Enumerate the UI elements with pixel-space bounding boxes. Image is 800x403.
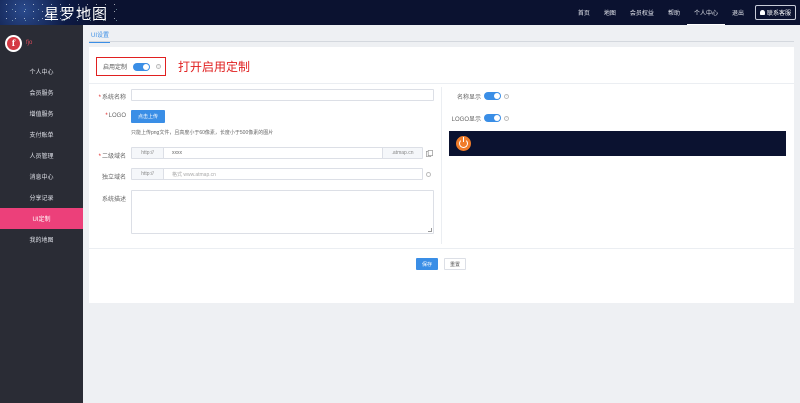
description-textarea[interactable] bbox=[131, 190, 434, 234]
system-name-input[interactable] bbox=[131, 89, 434, 101]
sidebar-item-ui-custom[interactable]: UI定制 bbox=[0, 208, 83, 229]
upload-tip: 只能上传png文件，且高度小于60像素，长度小于500像素的图片 bbox=[131, 130, 274, 136]
nav-home[interactable]: 首页 bbox=[571, 0, 597, 25]
contact-support-button[interactable]: 联系客服 bbox=[754, 5, 796, 20]
name-display-control: ? bbox=[484, 92, 509, 100]
sidebar-item-value-added[interactable]: 增值服务 bbox=[0, 103, 83, 124]
custom-domain-input[interactable]: 格式 www.atmap.cn bbox=[164, 169, 422, 179]
copy-icon[interactable] bbox=[426, 150, 433, 157]
required-mark: * bbox=[105, 113, 108, 119]
name-display-toggle[interactable] bbox=[484, 92, 501, 100]
sidebar-item-billing[interactable]: 支付账单 bbox=[0, 124, 83, 145]
site-title: 星罗地图 bbox=[44, 5, 109, 23]
clear-circle-icon[interactable] bbox=[426, 172, 431, 177]
sidebar-item-personal-center[interactable]: 个人中心 bbox=[0, 61, 83, 82]
section-divider bbox=[89, 83, 794, 84]
custom-domain-prefix: http:// bbox=[132, 169, 164, 179]
logo-label: *LOGO bbox=[86, 113, 126, 119]
header-preview bbox=[449, 131, 786, 156]
system-name-text: 系统名称 bbox=[101, 95, 126, 101]
help-icon[interactable]: ? bbox=[504, 115, 509, 121]
sidebar-menu: 个人中心 会员服务 增值服务 支付账单 人员管理 消息中心 分享记录 UI定制 … bbox=[0, 61, 83, 250]
enable-custom-box: 启用定制 ? bbox=[96, 57, 166, 76]
sidebar-item-staff[interactable]: 人员管理 bbox=[0, 145, 83, 166]
username: fjo bbox=[26, 40, 33, 46]
upload-logo-button[interactable]: 点击上传 bbox=[131, 110, 165, 123]
logo-display-control: ? bbox=[484, 114, 509, 122]
nav-personal-center[interactable]: 个人中心 bbox=[686, 0, 725, 25]
avatar[interactable]: f bbox=[5, 34, 22, 52]
logo-display-label: LOGO显示 bbox=[451, 117, 481, 123]
description-label: 系统描述 bbox=[86, 194, 126, 203]
subdomain-suffix: .atmap.cn bbox=[382, 148, 422, 158]
nav-membership[interactable]: 会员权益 bbox=[623, 0, 661, 25]
subdomain-label: *二级域名 bbox=[86, 151, 126, 160]
footer-divider bbox=[89, 248, 794, 249]
help-icon[interactable]: ? bbox=[504, 93, 509, 99]
bell-icon bbox=[759, 10, 765, 15]
sidebar-item-member-service[interactable]: 会员服务 bbox=[0, 82, 83, 103]
nav-map[interactable]: 地图 bbox=[597, 0, 623, 25]
system-name-label: *系统名称 bbox=[86, 92, 126, 101]
help-icon[interactable]: ? bbox=[156, 64, 162, 69]
description-text: 系统描述 bbox=[101, 197, 126, 203]
sidebar: f fjo 个人中心 会员服务 增值服务 支付账单 人员管理 消息中心 分享记录… bbox=[0, 25, 83, 403]
enable-annotation: 打开启用定制 bbox=[178, 60, 251, 74]
custom-domain-input-group: http:// 格式 www.atmap.cn bbox=[131, 168, 423, 180]
brand-banner: 星罗地图 bbox=[0, 0, 120, 25]
logo-display-toggle[interactable] bbox=[484, 114, 501, 122]
nav-help[interactable]: 帮助 bbox=[661, 0, 687, 25]
power-logo-icon bbox=[456, 136, 471, 151]
enable-custom-toggle[interactable] bbox=[133, 62, 151, 71]
reset-button[interactable]: 重置 bbox=[444, 258, 466, 270]
name-display-label: 名称显示 bbox=[456, 95, 481, 101]
subdomain-input[interactable]: xxxx bbox=[164, 148, 382, 158]
enable-custom-label: 启用定制 bbox=[103, 65, 128, 71]
sidebar-item-share-records[interactable]: 分享记录 bbox=[0, 187, 83, 208]
custom-domain-label: 独立域名 bbox=[86, 172, 126, 181]
logo-text: LOGO bbox=[108, 113, 126, 119]
nav-logout[interactable]: 退出 bbox=[725, 0, 751, 25]
top-nav: 首页 地图 会员权益 帮助 个人中心 退出 联系客服 bbox=[571, 0, 800, 25]
custom-domain-text: 独立域名 bbox=[101, 175, 126, 181]
top-bar: 星罗地图 首页 地图 会员权益 帮助 个人中心 退出 联系客服 bbox=[0, 0, 800, 25]
subdomain-text: 二级域名 bbox=[101, 154, 126, 160]
subdomain-prefix: http:// bbox=[132, 148, 164, 158]
user-info: f fjo bbox=[0, 25, 83, 61]
tab-divider bbox=[89, 41, 794, 42]
required-mark: * bbox=[98, 154, 101, 160]
sidebar-item-my-maps[interactable]: 我的地图 bbox=[0, 229, 83, 250]
sidebar-item-messages[interactable]: 消息中心 bbox=[0, 166, 83, 187]
column-divider bbox=[441, 87, 442, 244]
avatar-letter: f bbox=[7, 36, 20, 50]
contact-support-label: 联系客服 bbox=[766, 11, 791, 17]
save-button[interactable]: 保存 bbox=[416, 258, 438, 270]
required-mark: * bbox=[98, 95, 101, 101]
subdomain-input-group: http:// xxxx .atmap.cn bbox=[131, 147, 423, 159]
